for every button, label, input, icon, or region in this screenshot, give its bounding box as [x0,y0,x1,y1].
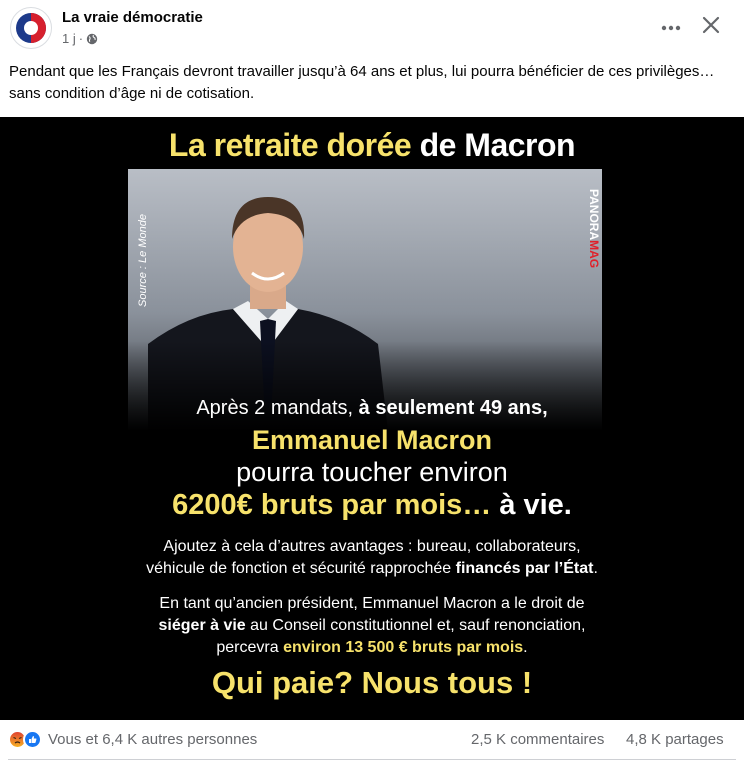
photo [128,169,602,431]
brand-part1: PANORA [587,189,601,240]
line5-part-d: . [593,560,598,577]
line4-part-a: 6200€ bruts par mois… [172,489,500,521]
like-reaction-icon [23,730,42,749]
line6-part-c: au Conseil constitutionnel et, sauf reno… [245,617,586,634]
image-line-3: pourra toucher environ [236,457,508,487]
post-meta: 1 j · [62,31,98,46]
meta-separator: · [78,31,84,46]
line6-part-a: En tant qu’ancien président, Emmanuel Ma… [159,595,585,612]
page-name-link[interactable]: La vraie démocratie [62,9,203,26]
line1-part-b: à seulement 49 ans, [358,397,548,419]
line5-part-b: véhicule de fonction et sécurité rapproc… [146,560,456,577]
shares-count-link[interactable]: 4,8 K partages [626,731,724,748]
post-header: La vraie démocratie 1 j · [0,0,744,58]
logo-icon [16,13,46,43]
more-icon [661,18,681,36]
line5-part-a: Ajoutez à cela d’autres avantages : bure… [163,538,581,555]
page-avatar[interactable] [10,7,52,49]
post-image[interactable]: La retraite dorée de Macron Source : Le … [0,117,744,720]
image-line-4: 6200€ bruts par mois… à vie. [0,489,744,522]
reactions-summary[interactable]: Vous et 6,4 K autres personnes [8,730,257,749]
source-text: Source : Le Monde [137,214,149,307]
image-title: La retraite dorée de Macron [0,127,744,164]
image-title-white: de Macron [411,127,576,163]
post-footer: Vous et 6,4 K autres personnes 2,5 K com… [0,720,744,760]
image-line-7: Qui paie? Nous tous ! [211,665,533,700]
line6-part-e: environ 13 500 € bruts par mois [283,639,524,656]
image-line-1: Après 2 mandats, à seulement 49 ans, [0,397,744,420]
brand-logo: PANORAMAG [587,189,601,268]
more-options-button[interactable] [654,12,688,42]
comments-count-link[interactable]: 2,5 K commentaires [471,731,604,748]
brand-part2: MAG [587,240,601,268]
photo-source-label: Source : Le Monde [137,214,149,307]
image-line-6: En tant qu’ancien président, Emmanuel Ma… [0,593,744,659]
reactions-text: Vous et 6,4 K autres personnes [48,731,258,748]
line5-part-c: financés par l’État [455,560,594,577]
line4-part-b: à vie. [499,489,572,521]
line6-part-b: siéger à vie [158,617,246,634]
close-button[interactable] [694,12,728,42]
image-title-gold: La retraite dorée [168,127,412,163]
svg-text:PANORAMAG: PANORAMAG [587,189,601,268]
line1-part-a: Après 2 mandats, [196,397,359,419]
globe-icon[interactable] [86,33,98,45]
line6-part-d: percevra [216,639,284,656]
post-time[interactable]: 1 j [62,31,76,46]
line6-part-f: . [523,639,528,656]
close-icon [702,16,720,39]
post-text: Pendant que les Français devront travail… [9,63,715,102]
image-line-5: Ajoutez à cela d’autres avantages : bure… [0,536,744,580]
image-line-2: Emmanuel Macron [251,425,493,455]
